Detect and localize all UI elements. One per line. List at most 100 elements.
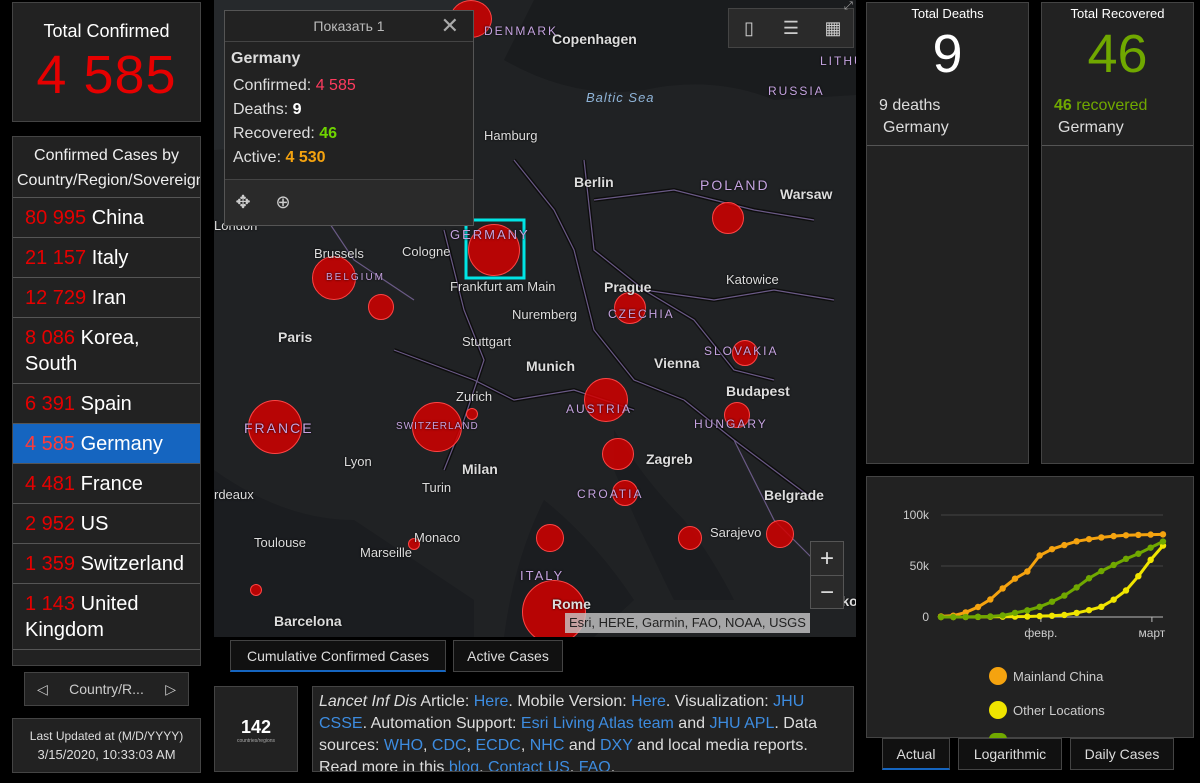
chart-data-point [1135,531,1142,539]
popup-recovered-label: Recovered: [233,125,315,142]
info-text: . [610,759,616,772]
map-city-label: Toulouse [254,535,307,550]
chart-data-point [1085,606,1093,614]
last-updated-label: Last Updated at (M/D/YYYY) [29,729,184,743]
country-list-item[interactable]: 4 585 Germany [13,424,200,464]
popup-deaths-line: Deaths: 9 [225,98,473,122]
country-list-item[interactable]: 4 481 France [13,464,200,504]
total-confirmed-label: Total Confirmed [43,21,170,41]
who-link[interactable]: WHO [384,737,423,754]
total-confirmed-panel: Total Confirmed 4 585 [12,2,201,122]
country-name: China [91,207,144,229]
countries-counter: 142 countries/regions [214,686,298,772]
deaths-detail: 9 deaths Germany [867,85,1028,146]
zoom-in-button[interactable]: + [811,542,843,576]
country-count: 21 157 [25,247,87,269]
map-city-label: Barcelona [274,613,342,629]
info-panel: Lancet Inf Dis Article: Here. Mobile Ver… [312,686,854,772]
chart-data-point [1011,575,1019,582]
bubble-poland[interactable] [712,202,744,234]
bubble-serbia[interactable] [766,520,794,548]
chart-data-point [1048,612,1056,619]
dxy-link[interactable]: DXY [600,737,633,754]
deaths-count: 9 deaths [879,97,941,114]
expand-icon[interactable]: ⤢ [844,0,856,12]
tab-daily-cases[interactable]: Daily Cases [1070,738,1174,770]
chart-data-point [1011,609,1019,617]
chart-data-point [1147,556,1154,564]
bubble-liechtenstein[interactable] [466,408,478,420]
country-list-panel: Confirmed Cases by Country/Region/Sovere… [12,136,201,666]
cdc-link[interactable]: CDC [432,737,467,754]
chart-data-point [1036,603,1043,610]
tab-actual[interactable]: Actual [882,738,950,770]
country-list-item[interactable]: 21 157 Italy [13,238,200,278]
map-country-label: LITHUANIA [820,54,856,68]
country-list-item[interactable]: 2 952 US [13,504,200,544]
last-updated-value: 3/15/2020, 10:33:03 AM [37,747,176,762]
tab-cumulative-confirmed[interactable]: Cumulative Confirmed Cases [230,640,446,672]
bubble-luxembourg[interactable] [368,294,394,320]
country-list-item[interactable]: 8 086 Korea, South [13,318,200,384]
basemap-gallery-icon[interactable]: ▦ [815,10,851,46]
mobile-link[interactable]: Here [631,693,666,710]
map-country-label: SLOVAKIA [704,344,779,358]
country-list-item[interactable]: 1 143 United Kingdom [13,584,200,650]
contact-link[interactable]: Contact US [488,759,570,771]
chevron-left-icon[interactable]: ◁ [37,681,48,698]
jhu-apl-link[interactable]: JHU APL [709,715,774,732]
tab-logarithmic[interactable]: Logarithmic [958,738,1062,770]
chart-data-point [1122,555,1130,563]
country-name: Iran [91,287,127,309]
map-city-label: Hamburg [484,128,538,143]
country-count: 8 086 [25,327,76,349]
zoom-to-icon[interactable]: ⊕ [265,184,301,220]
legend-swatch-mainland-china [989,667,1007,685]
nhc-link[interactable]: NHC [530,737,565,754]
popup-active-value: 4 530 [285,149,326,166]
map-country-label: CROATIA [577,487,644,501]
country-count: 4 585 [25,433,76,455]
map-country-label: HUNGARY [694,417,768,431]
map-city-label: Budapest [726,383,790,399]
close-icon[interactable]: ✕ [441,11,459,41]
chart-data-point [987,613,994,620]
legend-list-icon[interactable]: ☰ [773,10,809,46]
ecdc-link[interactable]: ECDC [475,737,520,754]
chart-data-point [1122,532,1130,539]
chart-data-point [1147,544,1154,551]
blog-link[interactable]: blog [449,759,479,771]
esri-link[interactable]: Esri Living Atlas team [521,715,674,732]
country-name: Italy [91,247,129,269]
bubble-sanmarino[interactable] [536,524,564,552]
pan-icon[interactable]: ✥ [225,184,261,220]
faq-link[interactable]: FAQ [579,759,611,771]
country-list-item[interactable]: 80 995 China [13,198,200,238]
popup-recovered-line: Recovered: 46 [225,122,473,146]
map-city-label: Frankfurt am Main [450,279,556,294]
last-updated-panel: Last Updated at (M/D/YYYY) 3/15/2020, 10… [12,718,201,773]
article-link[interactable]: Here [474,693,509,710]
map-city-label: Prague [604,279,652,295]
map-city-label: Brussels [314,246,364,261]
map-country-label: AUSTRIA [566,402,633,416]
popup-deaths-value: 9 [292,101,302,118]
chart-x-tick-label: февр. [1024,626,1057,640]
country-list-item[interactable]: 12 729 Iran [13,278,200,318]
bubble-andorra[interactable] [250,584,262,596]
map-country-label: CZECHIA [608,307,675,321]
country-list-item[interactable]: 6 391 Spain [13,384,200,424]
map-view[interactable]: Baltic Sea Copenhagen Hamburg Berlin War… [214,0,856,637]
bubble-bosnia[interactable] [678,526,702,550]
map-country-label: POLAND [700,177,770,193]
zoom-out-button[interactable]: − [811,576,843,609]
map-country-label: SWITZERLAND [396,421,479,432]
bubble-slovenia[interactable] [602,438,634,470]
chevron-right-icon[interactable]: ▷ [165,681,176,698]
tab-active-cases[interactable]: Active Cases [453,640,563,672]
bookmark-icon[interactable]: ▯ [731,10,767,46]
map-city-label: Copenhagen [552,31,637,47]
map-city-label: Turin [422,480,452,495]
map-country-label: DENMARK [484,24,559,38]
country-list-item[interactable]: 1 359 Switzerland [13,544,200,584]
